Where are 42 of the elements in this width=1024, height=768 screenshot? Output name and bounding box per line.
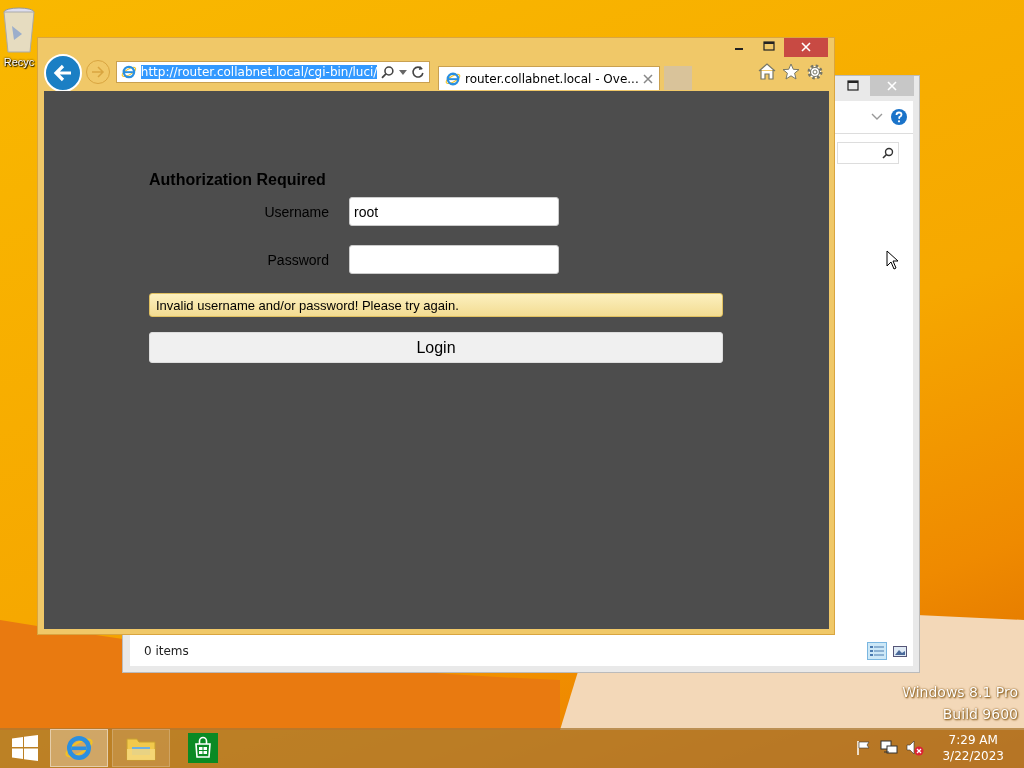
search-icon[interactable] xyxy=(381,65,396,79)
clock-time[interactable]: 7:29 AM xyxy=(948,732,998,748)
field-label: Password xyxy=(266,251,329,268)
dropdown-arrow-icon[interactable] xyxy=(399,69,408,75)
home-icon[interactable] xyxy=(758,63,776,80)
refresh-icon[interactable] xyxy=(411,65,425,79)
page-heading: Authorization Required xyxy=(149,171,327,189)
details-view-button[interactable] xyxy=(867,642,887,660)
windows-logo-icon xyxy=(12,735,38,761)
browser-logo-icon xyxy=(445,70,461,87)
browser-logo-icon xyxy=(121,64,137,80)
login-button[interactable]: Login xyxy=(149,332,723,363)
back-button[interactable] xyxy=(44,54,82,92)
address-url: http://router.collabnet.local/cgi-bin/luci/ xyxy=(140,65,378,79)
folder-icon xyxy=(126,735,156,761)
status-text: 0 items xyxy=(144,644,190,658)
tab-title: router.collabnet.local - Ove... xyxy=(465,71,639,86)
search-field[interactable] xyxy=(837,142,899,164)
browser-tab[interactable]: router.collabnet.local - Ove... xyxy=(438,66,660,90)
field-label: Username xyxy=(263,203,329,220)
error-message: Invalid username and/or password! Please try again. xyxy=(149,293,723,317)
arrow-right-icon xyxy=(91,66,105,78)
speaker-muted-icon[interactable] xyxy=(906,740,925,756)
search-icon xyxy=(882,147,894,159)
flag-icon[interactable] xyxy=(856,740,873,756)
edition-text: Windows 8.1 Pro xyxy=(902,684,1018,700)
shopping-bag-icon xyxy=(188,733,218,763)
edition-text: Build 9600 xyxy=(942,706,1018,722)
network-icon[interactable] xyxy=(880,740,899,756)
settings-icon[interactable] xyxy=(806,63,824,81)
help-icon[interactable] xyxy=(891,109,907,125)
password-field[interactable] xyxy=(349,245,559,274)
close-tab-icon[interactable] xyxy=(642,73,653,84)
arrow-left-icon xyxy=(53,64,73,82)
mouse-pointer-icon xyxy=(886,250,900,270)
username-field[interactable]: root xyxy=(349,197,559,226)
chevron-down-icon[interactable] xyxy=(871,113,883,121)
browser-logo-icon xyxy=(64,733,94,763)
desktop-icon-label: Recyc xyxy=(3,56,35,68)
browser-taskbar-button[interactable] xyxy=(50,729,108,767)
star-icon[interactable] xyxy=(782,63,800,80)
clock-date[interactable]: 3/22/2023 xyxy=(942,748,1004,764)
